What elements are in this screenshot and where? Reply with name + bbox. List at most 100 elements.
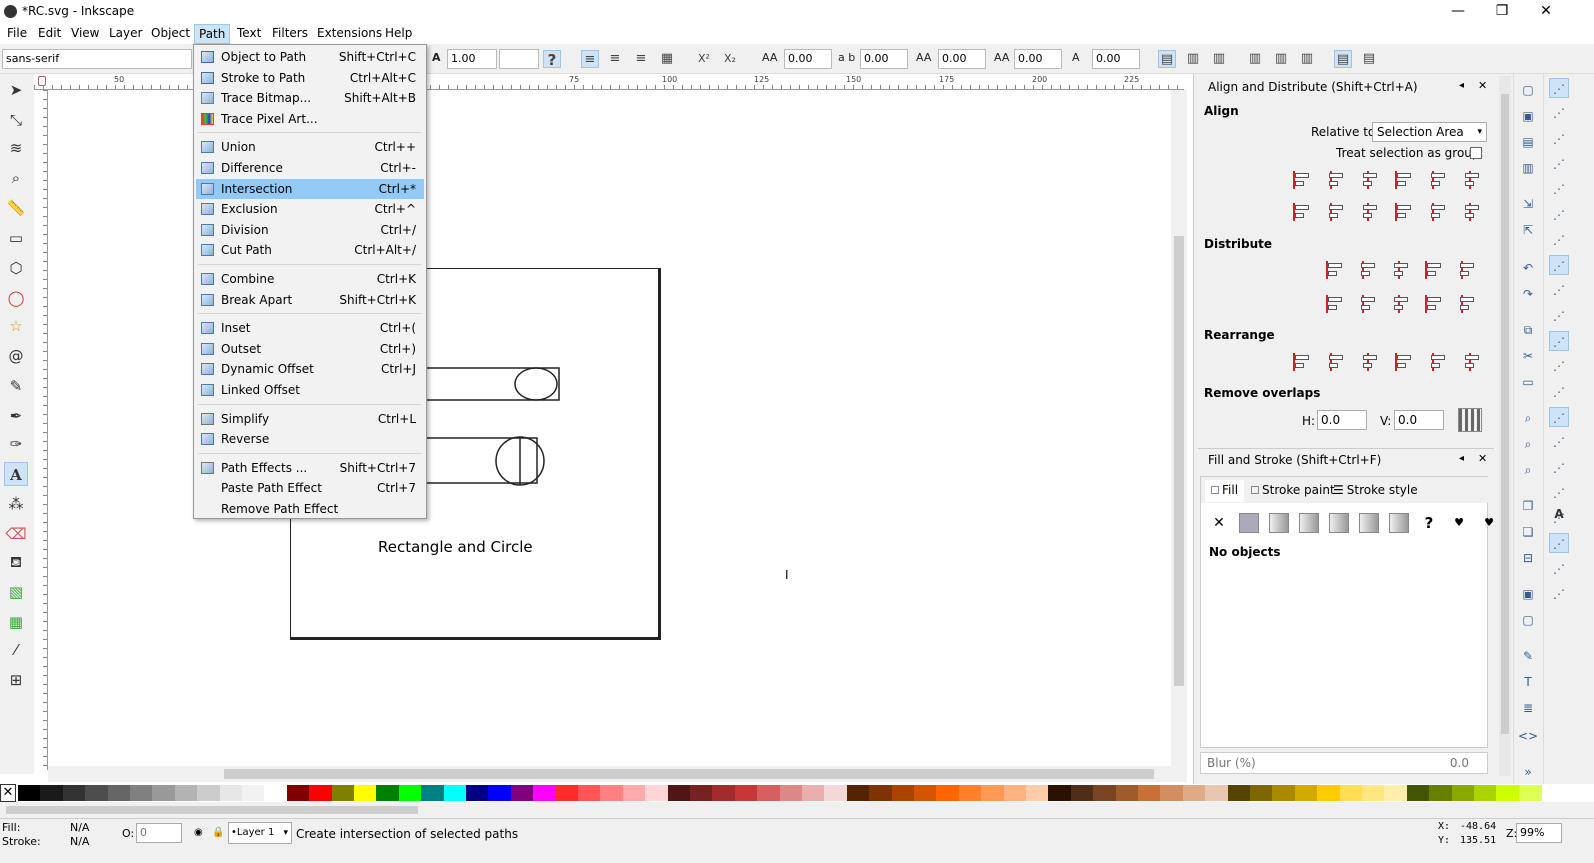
- vertical-scrollbar[interactable]: [1171, 90, 1187, 766]
- scroll-thumb[interactable]: [224, 769, 1154, 779]
- color-swatch[interactable]: [1317, 785, 1341, 801]
- distribute-button-icon[interactable]: [1388, 258, 1412, 282]
- scroll-thumb[interactable]: [1174, 236, 1184, 686]
- vertical-text-rl-icon[interactable]: ▥: [1210, 50, 1228, 68]
- tab-fill[interactable]: Fill: [1205, 480, 1245, 502]
- align-right-icon[interactable]: ≡: [632, 50, 650, 68]
- close-panel-icon[interactable]: ✕: [1478, 79, 1487, 92]
- color-swatch[interactable]: [734, 785, 758, 801]
- color-swatch[interactable]: [130, 785, 153, 801]
- horizontal-text-icon[interactable]: ▤: [1158, 50, 1176, 68]
- new-document-icon[interactable]: ▢: [1518, 80, 1538, 100]
- snap-toggle-icon[interactable]: ⋰: [1549, 255, 1569, 276]
- distribute-button-icon[interactable]: [1355, 258, 1379, 282]
- align-button-icon[interactable]: [1459, 168, 1483, 192]
- no-paint-icon[interactable]: ✕: [1209, 513, 1229, 533]
- h-gap-input[interactable]: 0.0: [1317, 410, 1367, 430]
- zoom-page-icon[interactable]: ⌕: [1518, 460, 1538, 480]
- color-swatch[interactable]: [85, 785, 109, 801]
- opacity-input[interactable]: 0: [136, 823, 182, 843]
- unset-paint-icon[interactable]: ?: [1419, 513, 1439, 533]
- color-swatch[interactable]: [152, 785, 176, 801]
- zoom-input[interactable]: 99%: [1516, 823, 1562, 843]
- color-swatch[interactable]: [802, 785, 825, 801]
- menu-item-outset[interactable]: Outset Ctrl+): [196, 339, 424, 359]
- menu-item-trace-pixel-art[interactable]: Trace Pixel Art...: [196, 109, 424, 129]
- color-swatch[interactable]: [1429, 785, 1453, 801]
- menu-item-intersection[interactable]: Intersection Ctrl+*: [196, 178, 424, 199]
- snap-toggle-icon[interactable]: ⋰: [1549, 432, 1569, 452]
- menu-item-dynamic-offset[interactable]: Dynamic Offset Ctrl+J: [196, 359, 424, 379]
- snap-toggle-icon[interactable]: ⋰: [1549, 179, 1569, 199]
- xml-editor-icon[interactable]: <>: [1518, 726, 1538, 746]
- color-swatch[interactable]: [533, 785, 557, 801]
- distribute-button-icon[interactable]: [1355, 292, 1379, 316]
- menu-view[interactable]: View: [67, 24, 103, 44]
- menu-edit[interactable]: Edit: [34, 24, 65, 44]
- distribute-button-icon[interactable]: [1454, 292, 1478, 316]
- menu-file[interactable]: File: [3, 24, 31, 44]
- color-swatch[interactable]: [331, 785, 355, 801]
- color-swatch[interactable]: [510, 785, 534, 801]
- snap-toggle-icon[interactable]: ⋰: [1549, 584, 1569, 604]
- rearrange-button-icon[interactable]: [1391, 350, 1415, 374]
- align-center-icon[interactable]: ≡: [606, 50, 624, 68]
- maximize-button[interactable]: ❐: [1480, 0, 1524, 24]
- color-swatch[interactable]: [107, 785, 131, 801]
- canvas-text[interactable]: Rectangle and Circle: [378, 538, 533, 556]
- snap-toggle-icon[interactable]: ⋰: [1549, 306, 1569, 326]
- color-swatch[interactable]: [1406, 785, 1430, 801]
- color-swatch[interactable]: [18, 785, 41, 801]
- color-swatch[interactable]: [690, 785, 713, 801]
- color-swatch[interactable]: [914, 785, 937, 801]
- dock-scrollbar[interactable]: [1499, 76, 1511, 776]
- snap-toggle-icon[interactable]: ⋰: [1549, 559, 1569, 579]
- snap-toggle-icon[interactable]: ⋰: [1549, 78, 1569, 98]
- ellipse-tool-icon[interactable]: ◯: [4, 286, 28, 310]
- color-swatch[interactable]: [667, 785, 691, 801]
- snap-toggle-icon[interactable]: ⋰: [1549, 382, 1569, 402]
- snap-toggle-icon[interactable]: ⋰: [1549, 280, 1569, 300]
- no-paint-swatch-icon[interactable]: ✕: [0, 784, 16, 802]
- letter-spacing-input[interactable]: 0.00: [784, 49, 832, 69]
- color-swatch[interactable]: [309, 785, 333, 801]
- scroll-thumb[interactable]: [6, 806, 418, 814]
- clone-icon[interactable]: ❏: [1518, 522, 1538, 542]
- color-swatch[interactable]: [1250, 785, 1273, 801]
- orientation-sideways-icon[interactable]: ▥: [1298, 50, 1316, 68]
- color-swatch[interactable]: [712, 785, 736, 801]
- close-button[interactable]: ✕: [1524, 0, 1568, 24]
- measure-tool-icon[interactable]: 📏: [4, 196, 28, 220]
- layer-select[interactable]: •Layer 1 ▾: [228, 822, 292, 844]
- snap-toggle-icon[interactable]: ⋰: [1549, 331, 1569, 351]
- align-button-icon[interactable]: [1425, 200, 1449, 224]
- blur-slider[interactable]: Blur (%) 0.0: [1200, 752, 1488, 774]
- zoom-drawing-icon[interactable]: ⌕: [1518, 434, 1538, 454]
- rearrange-button-icon[interactable]: [1323, 350, 1347, 374]
- color-swatch[interactable]: [488, 785, 512, 801]
- zoom-tool-icon[interactable]: ⌕: [4, 166, 28, 190]
- color-swatch[interactable]: [354, 785, 377, 801]
- menu-item-union[interactable]: Union Ctrl++: [196, 137, 424, 157]
- color-swatch[interactable]: [376, 785, 400, 801]
- radial-gradient-icon[interactable]: [1299, 513, 1319, 533]
- color-swatch[interactable]: [1205, 785, 1229, 801]
- eraser-tool-icon[interactable]: ⌫: [4, 522, 28, 546]
- fill-value[interactable]: N/A: [70, 821, 89, 834]
- color-swatch[interactable]: [645, 785, 669, 801]
- mesh-gradient-icon[interactable]: [1329, 513, 1349, 533]
- color-swatch[interactable]: [1451, 785, 1475, 801]
- snap-text-icon[interactable]: A: [1549, 504, 1569, 524]
- group-icon[interactable]: ▣: [1518, 584, 1538, 604]
- color-swatch[interactable]: [1160, 785, 1184, 801]
- color-swatch[interactable]: [1339, 785, 1363, 801]
- menu-path[interactable]: Path: [194, 24, 231, 44]
- relative-to-select[interactable]: Selection Area ▾: [1372, 122, 1487, 142]
- menu-item-combine[interactable]: Combine Ctrl+K: [196, 269, 424, 289]
- color-swatch[interactable]: [869, 785, 893, 801]
- duplicate-icon[interactable]: ❐: [1518, 496, 1538, 516]
- rearrange-button-icon[interactable]: [1425, 350, 1449, 374]
- collapse-panel-icon[interactable]: ◂: [1459, 80, 1464, 91]
- color-swatch[interactable]: [824, 785, 848, 801]
- color-swatch[interactable]: [1093, 785, 1117, 801]
